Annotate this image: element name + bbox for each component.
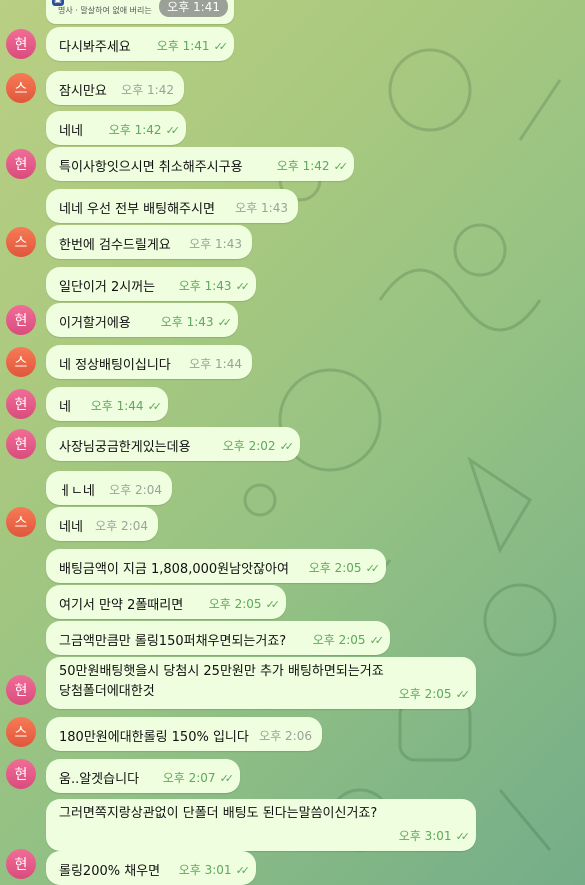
message-text: 여기서 만약 2폴때리면	[59, 598, 184, 613]
message-bubble[interactable]: 이거할거에용 오후 1:43 ✓✓	[46, 303, 238, 337]
message-text: 사장님궁금한게있는데용	[59, 440, 191, 455]
message-bubble[interactable]: 잠시만요 오후 1:42	[46, 71, 184, 105]
message-bubble[interactable]: 네 정상배팅이십니다 오후 1:44	[46, 345, 252, 379]
message-text: 그러면쪽지랑상관없이 단폴더 배팅도 된다는말씀이신거죠?	[59, 806, 378, 821]
message-text: 배팅금액이 지금 1,808,000원남앗잖아여	[59, 562, 289, 577]
avatar-seu[interactable]: 스	[6, 717, 36, 747]
message-time: 오후 1:44	[189, 357, 242, 371]
message-text: 그금액만큼만 롤링150퍼채우면되는거죠?	[59, 634, 287, 649]
read-check-icon: ✓✓	[217, 316, 233, 329]
message-text: 네	[59, 400, 71, 415]
message-text: 일단이거 2시꺼는	[59, 280, 156, 295]
message-bubble[interactable]: 배팅금액이 지금 1,808,000원남앗잖아여 오후 2:05 ✓✓	[46, 549, 386, 583]
forwarded-message-card[interactable]: ▣ 명사 · 말살하여 없애 버리는 오후 1:41	[46, 0, 234, 24]
message-time: 오후 3:01 ✓✓	[178, 863, 251, 877]
message-text: 네네 우선 전부 배팅해주시면	[59, 202, 215, 217]
message-text: 이거할거에용	[59, 316, 131, 331]
read-check-icon: ✓✓	[235, 864, 251, 877]
avatar-hyun[interactable]: 현	[6, 149, 36, 179]
message-text: 움..알겟습니다	[59, 772, 140, 787]
message-bubble[interactable]: 그러면쪽지랑상관없이 단폴더 배팅도 된다는말씀이신거죠? 오후 3:01 ✓✓	[46, 799, 476, 851]
message-bubble[interactable]: 사장님궁금한게있는데용 오후 2:02 ✓✓	[46, 427, 300, 461]
message-bubble[interactable]: 여기서 만약 2폴때리면 오후 2:05 ✓✓	[46, 585, 286, 619]
avatar-hyun[interactable]: 현	[6, 759, 36, 789]
avatar-hyun[interactable]: 현	[6, 305, 36, 335]
message-bubble[interactable]: 일단이거 2시꺼는 오후 1:43 ✓✓	[46, 267, 256, 301]
message-time: 오후 2:07 ✓✓	[162, 771, 235, 785]
message-time: 오후 1:42	[121, 83, 174, 97]
read-check-icon: ✓✓	[455, 688, 471, 701]
chat-history[interactable]: ▣ 명사 · 말살하여 없애 버리는 오후 1:41 현 스 현 스 현 스 현…	[0, 0, 585, 885]
read-check-icon: ✓✓	[265, 598, 281, 611]
read-check-icon: ✓✓	[165, 124, 181, 137]
message-time: 오후 1:43	[235, 201, 288, 215]
message-bubble[interactable]: 움..알겟습니다 오후 2:07 ✓✓	[46, 759, 240, 793]
message-text: 잠시만요	[59, 84, 107, 99]
message-time: 오후 2:05 ✓✓	[308, 561, 381, 575]
read-check-icon: ✓✓	[147, 400, 163, 413]
card-time: 오후 1:41	[159, 0, 228, 17]
message-time: 오후 2:05 ✓✓	[312, 633, 385, 647]
message-bubble[interactable]: 네네 오후 1:42 ✓✓	[46, 111, 186, 145]
avatar-seu[interactable]: 스	[6, 507, 36, 537]
message-time: 오후 2:05 ✓✓	[398, 687, 471, 701]
message-bubble[interactable]: ㅔㄴ네 오후 2:04	[46, 471, 172, 505]
message-bubble[interactable]: 롤링200% 채우면 오후 3:01 ✓✓	[46, 851, 256, 885]
message-text: 네 정상배팅이십니다	[59, 358, 171, 373]
message-bubble[interactable]: 한번에 검수드릴게요 오후 1:43	[46, 225, 252, 259]
message-time: 오후 1:44 ✓✓	[90, 399, 163, 413]
avatar-hyun[interactable]: 현	[6, 675, 36, 705]
message-text: 다시봐주세요	[59, 40, 131, 55]
message-text: 네네	[59, 124, 83, 139]
read-check-icon: ✓✓	[455, 830, 471, 843]
message-text: 180만원에대한롤링 150% 입니다	[59, 730, 249, 745]
message-text: ㅔㄴ네	[59, 484, 95, 499]
message-time: 오후 1:41 ✓✓	[156, 39, 229, 53]
message-bubble[interactable]: 180만원에대한롤링 150% 입니다 오후 2:06	[46, 717, 322, 751]
message-time: 오후 2:06	[259, 729, 312, 743]
message-time: 오후 1:43 ✓✓	[160, 315, 233, 329]
message-text: 특이사항잇으시면 취소해주시구용	[59, 160, 243, 175]
avatar-hyun[interactable]: 현	[6, 389, 36, 419]
read-check-icon: ✓✓	[213, 40, 229, 53]
message-bubble[interactable]: 그금액만큼만 롤링150퍼채우면되는거죠? 오후 2:05 ✓✓	[46, 621, 390, 655]
message-time: 오후 2:04	[95, 519, 148, 533]
message-bubble[interactable]: 특이사항잇으시면 취소해주시구용 오후 1:42 ✓✓	[46, 147, 354, 181]
avatar-seu[interactable]: 스	[6, 227, 36, 257]
read-check-icon: ✓✓	[365, 562, 381, 575]
message-bubble[interactable]: 네 오후 1:44 ✓✓	[46, 387, 168, 421]
message-text: 롤링200% 채우면	[59, 864, 161, 879]
avatar-hyun[interactable]: 현	[6, 429, 36, 459]
message-time: 오후 1:42 ✓✓	[108, 123, 181, 137]
read-check-icon: ✓✓	[279, 440, 295, 453]
message-text: 한번에 검수드릴게요	[59, 238, 171, 253]
message-time: 오후 2:05 ✓✓	[208, 597, 281, 611]
avatar-hyun[interactable]: 현	[6, 849, 36, 879]
message-bubble[interactable]: 네네 오후 2:04	[46, 507, 158, 541]
message-time: 오후 2:02 ✓✓	[222, 439, 295, 453]
read-check-icon: ✓✓	[235, 280, 251, 293]
avatar-hyun[interactable]: 현	[6, 29, 36, 59]
read-check-icon: ✓✓	[333, 160, 349, 173]
message-bubble[interactable]: 50만원배팅햇을시 당첨시 25만원만 추가 배팅하면되는거죠 당첨폴더에대한것 …	[46, 657, 476, 709]
card-caption: 명사 · 말살하여 없애 버리는	[58, 6, 152, 15]
read-check-icon: ✓✓	[219, 772, 235, 785]
message-bubble[interactable]: 네네 우선 전부 배팅해주시면 오후 1:43	[46, 189, 298, 223]
message-text: 네네	[59, 520, 83, 535]
read-check-icon: ✓✓	[369, 634, 385, 647]
avatar-seu[interactable]: 스	[6, 347, 36, 377]
message-text: 50만원배팅햇을시 당첨시 25만원만 추가 배팅하면되는거죠 당첨폴더에대한것	[59, 664, 384, 699]
message-bubble[interactable]: 다시봐주세요 오후 1:41 ✓✓	[46, 27, 234, 61]
avatar-seu[interactable]: 스	[6, 73, 36, 103]
message-time: 오후 1:43	[189, 237, 242, 251]
message-time: 오후 1:42 ✓✓	[276, 159, 349, 173]
message-time: 오후 2:04	[109, 483, 162, 497]
message-time: 오후 1:43 ✓✓	[178, 279, 251, 293]
message-time: 오후 3:01 ✓✓	[398, 829, 471, 843]
